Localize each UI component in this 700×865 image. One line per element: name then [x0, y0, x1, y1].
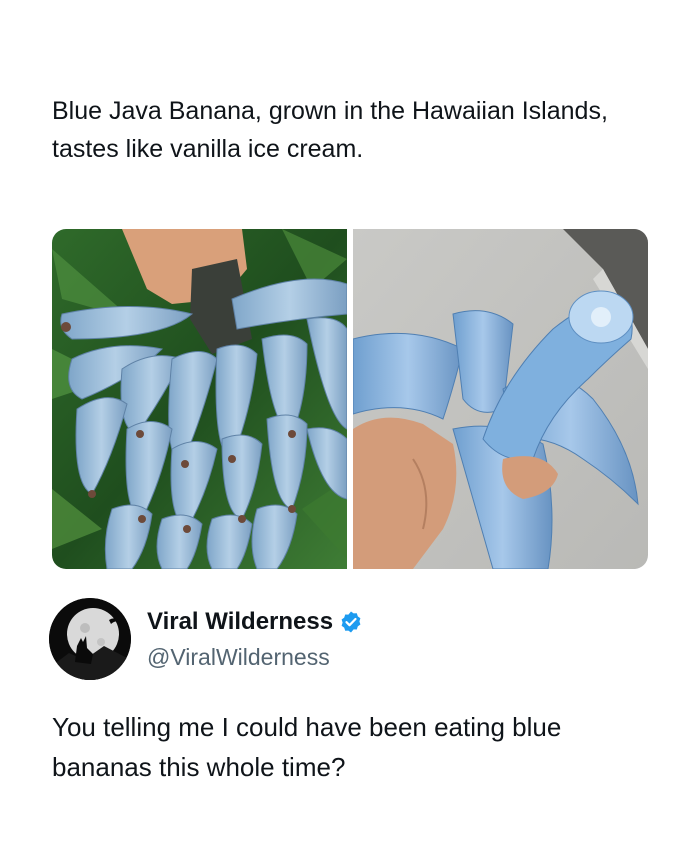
verified-badge-icon	[341, 611, 361, 632]
tweet-text: You telling me I could have been eating …	[52, 712, 562, 782]
author-block[interactable]: Viral Wilderness @ViralWilderness	[49, 598, 363, 680]
peeled-banana-photo[interactable]	[353, 229, 648, 569]
banana-bunch-photo[interactable]	[52, 229, 347, 569]
post-caption: Blue Java Banana, grown in the Hawaiian …	[52, 97, 608, 163]
wolf-moon-avatar[interactable]	[49, 598, 131, 680]
author-handle[interactable]: @ViralWilderness	[147, 644, 363, 671]
media-grid[interactable]	[52, 229, 648, 569]
author-display-name[interactable]: Viral Wilderness	[147, 608, 333, 636]
